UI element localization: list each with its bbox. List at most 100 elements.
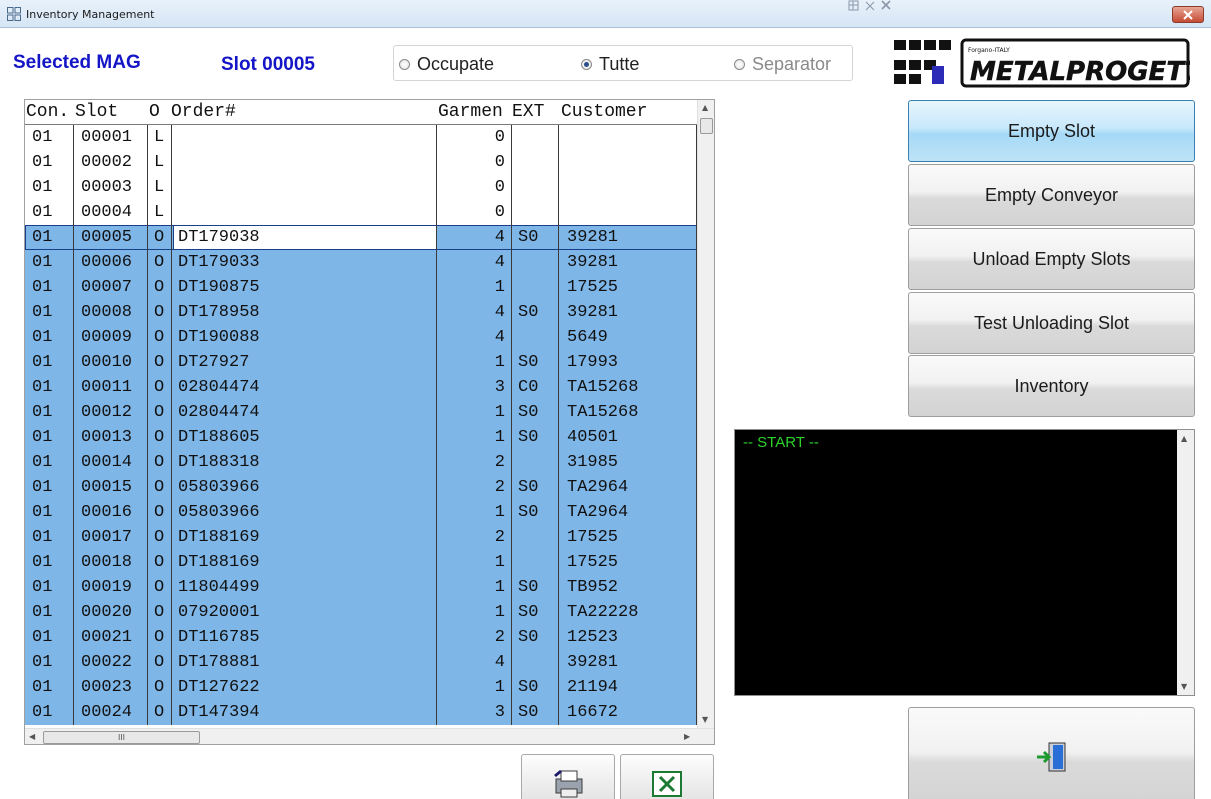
cell-order [178,150,433,175]
cell-garments: 4 [494,328,505,347]
cell-garments: 4 [494,228,505,247]
logo-tagline: Forgano-ITALY [968,47,1010,54]
cell-order: DT27927 [178,353,250,372]
log-console[interactable]: -- START -- ▲ ▼ [734,429,1195,696]
unload-empty-slots-button[interactable]: Unload Empty Slots [908,228,1195,290]
scroll-up-icon[interactable]: ▲ [702,103,708,112]
slot-grid[interactable]: Con. Slot O Order# Garmen EXT Customer 0… [24,99,715,745]
table-row[interactable]: 01 00020 O 07920001 1 S0 TA22228 [25,600,697,625]
cell-customer: TA2964 [567,478,629,497]
exit-door-icon [1037,742,1066,772]
console-scroll-up-icon[interactable]: ▲ [1181,434,1187,443]
cell-con: 01 [32,428,53,447]
col-header-customer[interactable]: Customer [561,102,647,122]
col-header-garments[interactable]: Garmen [438,102,503,122]
scroll-down-icon[interactable]: ▼ [702,715,708,724]
table-row[interactable]: 01 00001 L 0 [25,125,697,150]
cell-garments: 0 [494,128,505,147]
table-row[interactable]: 01 00019 O 11804499 1 S0 TB952 [25,575,697,600]
table-row[interactable]: 01 00023 O DT127622 1 S0 21194 [25,675,697,700]
grid-vertical-scroll-thumb[interactable] [700,118,713,134]
table-row[interactable]: 01 00003 L 0 [25,175,697,200]
table-row[interactable]: 01 00018 O DT188169 1 17525 [25,550,697,575]
grid-horizontal-scrollbar[interactable]: ◀ III ▶ [25,728,714,744]
radio-separator[interactable]: Separator [734,54,831,75]
col-header-o[interactable]: O [149,102,160,122]
test-unloading-slot-button[interactable]: Test Unloading Slot [908,292,1195,354]
table-row[interactable]: 01 00017 O DT188169 2 17525 [25,525,697,550]
table-row[interactable]: 01 00005 O DT179038 4 S0 39281 [25,225,697,250]
cell-order [178,125,433,150]
excel-icon [652,771,682,797]
console-scroll-down-icon[interactable]: ▼ [1181,682,1187,691]
cell-con: 01 [32,703,53,722]
table-row[interactable]: 01 00015 O 05803966 2 S0 TA2964 [25,475,697,500]
cell-ext: S0 [518,578,539,597]
cell-order: DT127622 [178,678,260,697]
col-header-order[interactable]: Order# [171,102,236,122]
table-row[interactable]: 01 00013 O DT188605 1 S0 40501 [25,425,697,450]
cell-con: 01 [32,578,53,597]
table-row[interactable]: 01 00016 O 05803966 1 S0 TA2964 [25,500,697,525]
table-row[interactable]: 01 00006 O DT179033 4 39281 [25,250,697,275]
cell-slot: 00003 [81,178,133,197]
cell-order: DT179038 [178,228,260,247]
cell-order [178,175,433,200]
empty-slot-button[interactable]: Empty Slot [908,100,1195,162]
scroll-left-icon[interactable]: ◀ [29,732,35,741]
console-scrollbar[interactable]: ▲ ▼ [1177,430,1194,695]
table-row[interactable]: 01 00002 L 0 [25,150,697,175]
col-header-con[interactable]: Con. [26,102,69,122]
grid-horizontal-scroll-thumb[interactable]: III [43,731,200,744]
cell-order: 05803966 [178,478,260,497]
cell-slot: 00021 [81,628,133,647]
table-row[interactable]: 01 00008 O DT178958 4 S0 39281 [25,300,697,325]
cell-slot: 00015 [81,478,133,497]
cell-customer: 5649 [567,328,608,347]
snap-layout-icon[interactable] [848,0,898,12]
scroll-right-icon[interactable]: ▶ [684,732,690,741]
cell-o: O [154,228,165,247]
radio-tutte[interactable]: Tutte [581,54,639,75]
cell-slot: 00019 [81,578,133,597]
cell-order: DT190088 [178,328,260,347]
table-row[interactable]: 01 00004 L 0 [25,200,697,225]
table-row[interactable]: 01 00007 O DT190875 1 17525 [25,275,697,300]
cell-o: O [154,353,165,372]
grid-vertical-scrollbar[interactable]: ▲ ▼ [697,100,714,728]
cell-o: O [154,378,165,397]
empty-conveyor-button[interactable]: Empty Conveyor [908,164,1195,226]
close-button[interactable] [1172,6,1204,23]
inventory-button[interactable]: Inventory [908,355,1195,417]
table-row[interactable]: 01 00012 O 02804474 1 S0 TA15268 [25,400,697,425]
table-row[interactable]: 01 00024 O DT147394 3 S0 16672 [25,700,697,725]
table-row[interactable]: 01 00014 O DT188318 2 31985 [25,450,697,475]
cell-garments: 1 [494,553,505,572]
table-row[interactable]: 01 00009 O DT190088 4 5649 [25,325,697,350]
table-row[interactable]: 01 00022 O DT178881 4 39281 [25,650,697,675]
col-divider [147,125,148,725]
col-header-ext[interactable]: EXT [512,102,544,122]
cell-o: L [154,178,165,197]
cell-customer: 39281 [567,653,619,672]
cell-o: O [154,628,165,647]
table-row[interactable]: 01 00011 O 02804474 3 C0 TA15268 [25,375,697,400]
table-row[interactable]: 01 00021 O DT116785 2 S0 12523 [25,625,697,650]
cell-ext [518,150,556,175]
col-divider [436,125,437,725]
cell-ext [518,200,556,225]
cell-order: DT147394 [178,703,260,722]
radio-occupate[interactable]: Occupate [399,54,494,75]
cell-con: 01 [32,203,53,222]
cell-con: 01 [32,178,53,197]
cell-customer: 39281 [567,253,619,272]
cell-con: 01 [32,553,53,572]
cell-ext [518,550,556,575]
table-row[interactable]: 01 00010 O DT27927 1 S0 17993 [25,350,697,375]
print-button[interactable] [521,754,615,799]
export-excel-button[interactable] [620,754,714,799]
cell-slot: 00002 [81,153,133,172]
col-header-slot[interactable]: Slot [75,102,118,122]
exit-button[interactable] [908,707,1195,799]
cell-order: 05803966 [178,503,260,522]
